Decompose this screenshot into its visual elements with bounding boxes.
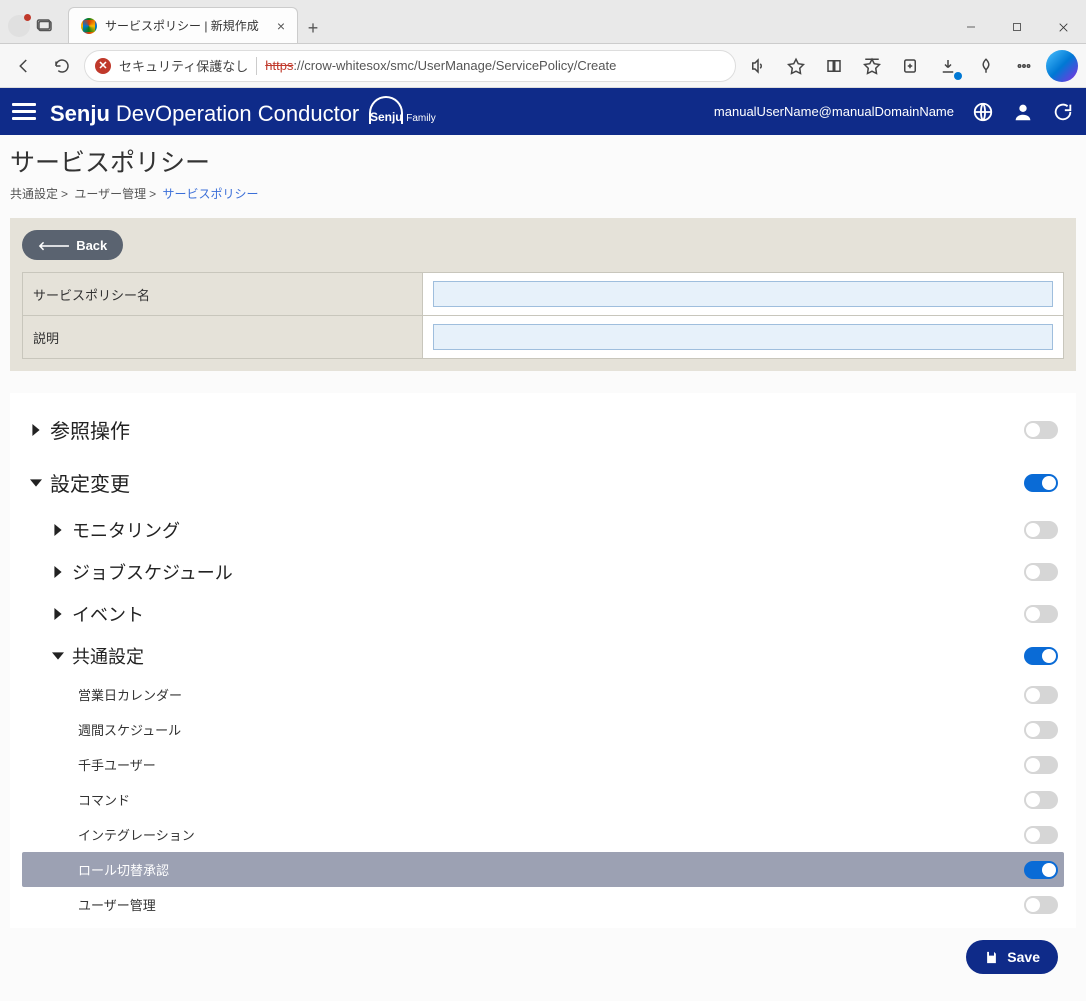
security-warning-icon: ✕: [95, 58, 111, 74]
permission-tree: 参照操作 設定変更 モニタリング ジョブスケジュール イベント 共通設定: [10, 393, 1076, 928]
close-tab-icon[interactable]: ×: [277, 18, 285, 34]
copilot-icon[interactable]: [1046, 50, 1078, 82]
tab-actions-icon[interactable]: [36, 17, 54, 35]
back-button[interactable]: 🡐Back: [22, 230, 123, 260]
chevron-down-icon: [50, 650, 66, 662]
toggle-integration[interactable]: [1024, 826, 1058, 844]
performance-icon[interactable]: [970, 50, 1002, 82]
crumb-user-manage[interactable]: ユーザー管理: [74, 187, 146, 201]
page-title: サービスポリシー: [10, 143, 1076, 179]
favorite-icon[interactable]: [780, 50, 812, 82]
menu-icon[interactable]: [12, 100, 36, 124]
node-config[interactable]: 設定変更: [22, 456, 1064, 509]
address-bar[interactable]: ✕ セキュリティ保護なし https://crow-whitesox/smc/U…: [84, 50, 736, 82]
node-calendar[interactable]: 営業日カレンダー: [22, 677, 1064, 712]
form-table: サービスポリシー名 説明: [22, 272, 1064, 359]
node-senju-user[interactable]: 千手ユーザー: [22, 747, 1064, 782]
toggle-user-manage[interactable]: [1024, 896, 1058, 914]
toggle-calendar[interactable]: [1024, 686, 1058, 704]
crumb-service-policy: サービスポリシー: [163, 187, 259, 201]
chevron-right-icon: [28, 424, 44, 436]
toggle-event[interactable]: [1024, 605, 1058, 623]
input-description[interactable]: [433, 324, 1053, 350]
new-tab-button[interactable]: +: [298, 13, 328, 43]
toggle-config[interactable]: [1024, 474, 1058, 492]
node-jobschedule[interactable]: ジョブスケジュール: [22, 551, 1064, 593]
page-body: サービスポリシー 共通設定> ユーザー管理> サービスポリシー 🡐Back サー…: [0, 135, 1086, 1001]
downloads-icon[interactable]: [932, 50, 964, 82]
back-nav-icon[interactable]: [8, 50, 40, 82]
reload-app-icon[interactable]: [1052, 101, 1074, 123]
chevron-right-icon: [50, 566, 66, 578]
toggle-jobschedule[interactable]: [1024, 563, 1058, 581]
browser-toolbar: ✕ セキュリティ保護なし https://crow-whitesox/smc/U…: [0, 44, 1086, 88]
chevron-right-icon: [50, 524, 66, 536]
browser-titlebar: サービスポリシー | 新規作成 × +: [0, 0, 1086, 44]
node-common[interactable]: 共通設定: [22, 635, 1064, 677]
node-user-manage[interactable]: ユーザー管理: [22, 887, 1064, 922]
read-aloud-icon[interactable]: [742, 50, 774, 82]
node-role-switch[interactable]: ロール切替承認: [22, 852, 1064, 887]
user-icon[interactable]: [1012, 101, 1034, 123]
node-weekly[interactable]: 週間スケジュール: [22, 712, 1064, 747]
toggle-command[interactable]: [1024, 791, 1058, 809]
toggle-monitoring[interactable]: [1024, 521, 1058, 539]
save-button[interactable]: Save: [966, 940, 1058, 974]
input-policy-name[interactable]: [433, 281, 1053, 307]
form-card: 🡐Back サービスポリシー名 説明: [10, 218, 1076, 371]
breadcrumb: 共通設定> ユーザー管理> サービスポリシー: [10, 185, 1076, 202]
profile-indicator[interactable]: [8, 15, 30, 37]
split-screen-icon[interactable]: [818, 50, 850, 82]
label-policy-name: サービスポリシー名: [23, 273, 423, 316]
node-command[interactable]: コマンド: [22, 782, 1064, 817]
tab-title: サービスポリシー | 新規作成: [105, 17, 269, 34]
chevron-down-icon: [28, 477, 44, 489]
toggle-role-switch[interactable]: [1024, 861, 1058, 879]
collections-icon[interactable]: [894, 50, 926, 82]
chevron-right-icon: [50, 608, 66, 620]
toggle-reference[interactable]: [1024, 421, 1058, 439]
app-header: Senju DevOperation Conductor Senju Famil…: [0, 88, 1086, 135]
security-label: セキュリティ保護なし: [119, 56, 248, 75]
user-label: manualUserName@manualDomainName: [714, 104, 954, 119]
node-integration[interactable]: インテグレーション: [22, 817, 1064, 852]
close-window-button[interactable]: [1040, 11, 1086, 43]
node-monitoring[interactable]: モニタリング: [22, 509, 1064, 551]
node-reference[interactable]: 参照操作: [22, 403, 1064, 456]
toggle-senju-user[interactable]: [1024, 756, 1058, 774]
toggle-common[interactable]: [1024, 647, 1058, 665]
favorites-bar-icon[interactable]: [856, 50, 888, 82]
maximize-button[interactable]: [994, 11, 1040, 43]
minimize-button[interactable]: [948, 11, 994, 43]
url-text: https://crow-whitesox/smc/UserManage/Ser…: [265, 58, 616, 73]
refresh-icon[interactable]: [46, 50, 78, 82]
more-icon[interactable]: [1008, 50, 1040, 82]
toggle-weekly[interactable]: [1024, 721, 1058, 739]
globe-icon[interactable]: [972, 101, 994, 123]
active-tab[interactable]: サービスポリシー | 新規作成 ×: [68, 7, 298, 43]
crumb-common[interactable]: 共通設定: [10, 187, 58, 201]
brand: Senju DevOperation Conductor Senju Famil…: [50, 96, 436, 127]
node-event[interactable]: イベント: [22, 593, 1064, 635]
label-description: 説明: [23, 316, 423, 359]
tab-favicon-icon: [81, 18, 97, 34]
